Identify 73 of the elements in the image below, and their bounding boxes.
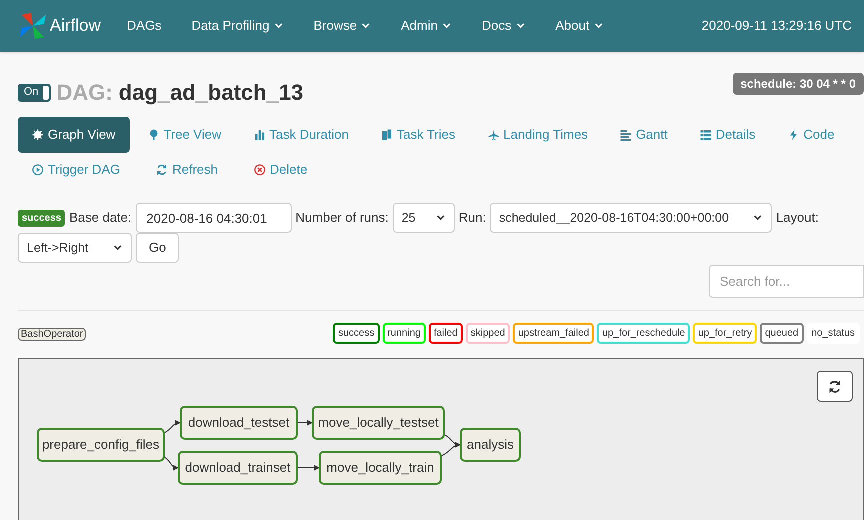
edge-arrow — [298, 465, 320, 471]
caret-icon — [274, 21, 284, 31]
toggle-switch[interactable]: On — [18, 84, 51, 102]
files-icon — [380, 129, 393, 141]
legend-state: no_status — [806, 322, 860, 344]
legend-state: skipped — [466, 322, 510, 344]
action-link[interactable]: Refresh — [142, 160, 232, 180]
list-icon — [700, 129, 712, 141]
view-tab[interactable]: Task Tries — [366, 117, 470, 153]
legend-state: up_for_retry — [693, 322, 758, 344]
field-label: Base date: — [69, 209, 132, 228]
select-field[interactable]: Left->Right — [18, 233, 132, 263]
legend-state: upstream_failed — [513, 322, 594, 344]
caret-icon — [753, 213, 764, 223]
field-label: Layout: — [776, 209, 819, 228]
nav-menu[interactable]: Browse — [314, 16, 372, 36]
status-badge: success — [18, 210, 66, 226]
nav-menu[interactable]: Docs — [482, 16, 526, 36]
task-node[interactable]: download_trainset — [178, 451, 298, 485]
view-tab[interactable]: Code — [774, 117, 849, 153]
task-node[interactable]: move_locally_testset — [312, 406, 445, 440]
view-tab[interactable]: Tree View — [134, 117, 236, 153]
edge-arrow — [298, 420, 313, 426]
delete-icon — [254, 164, 266, 176]
burst-icon — [32, 129, 44, 141]
operator-tag: BashOperator — [18, 328, 86, 341]
view-tab[interactable]: Landing Times — [474, 117, 602, 153]
gantt-icon — [620, 129, 632, 141]
caret-icon — [594, 21, 604, 31]
task-node[interactable]: prepare_config_files — [37, 428, 165, 462]
action-link[interactable]: Delete — [240, 160, 322, 180]
dag-label: DAG: — [56, 79, 113, 107]
view-tab[interactable]: Graph View — [18, 117, 130, 153]
bar-chart-icon — [254, 129, 266, 141]
refresh-icon — [156, 164, 168, 176]
nav-menu[interactable]: DAGs — [127, 16, 162, 36]
caret-icon — [361, 21, 372, 31]
legend-state: failed — [428, 322, 463, 344]
legend-state: success — [333, 322, 380, 344]
refresh-button[interactable] — [817, 371, 853, 402]
dag-name: dag_ad_batch_13 — [118, 79, 304, 107]
caret-icon — [516, 21, 526, 31]
legend-state: up_for_reschedule — [597, 322, 690, 344]
select-field[interactable]: scheduled__2020-08-16T04:30:00+00:00 — [490, 203, 772, 233]
task-node[interactable]: analysis — [460, 428, 521, 462]
nav-menu[interactable]: Data Profiling — [192, 16, 284, 36]
nav-menu[interactable]: About — [556, 16, 604, 36]
pinwheel-icon — [18, 11, 48, 41]
task-node[interactable]: move_locally_train — [319, 451, 442, 485]
plane-icon — [488, 129, 500, 141]
caret-icon — [113, 243, 123, 253]
play-icon — [32, 164, 44, 176]
field-label: Run: — [458, 209, 486, 228]
view-tab[interactable]: Details — [686, 117, 770, 153]
schedule-badge: schedule: 30 04 * * 0 — [732, 73, 864, 95]
nav-menu[interactable]: Admin — [401, 16, 452, 36]
task-node[interactable]: download_testset — [180, 406, 298, 440]
view-tab[interactable]: Task Duration — [240, 117, 363, 153]
view-tab[interactable]: Gantt — [606, 117, 682, 153]
brand-link[interactable]: Airflow — [18, 11, 102, 41]
clock-text: 2020-09-11 13:29:16 UTC — [702, 17, 852, 36]
go-button[interactable]: Go — [136, 233, 180, 263]
search-field[interactable]: Search for... — [709, 265, 864, 298]
refresh-icon — [828, 380, 842, 394]
legend-state: queued — [760, 322, 804, 344]
date-field[interactable]: 2020-08-16 04:30:01 — [136, 203, 292, 233]
caret-icon — [436, 213, 446, 223]
select-field[interactable]: 25 — [392, 203, 455, 233]
legend-state: running — [382, 322, 426, 344]
action-link[interactable]: Trigger DAG — [18, 160, 134, 180]
caret-icon — [442, 21, 452, 31]
tree-icon — [148, 129, 160, 141]
field-label: Number of runs: — [296, 209, 389, 228]
